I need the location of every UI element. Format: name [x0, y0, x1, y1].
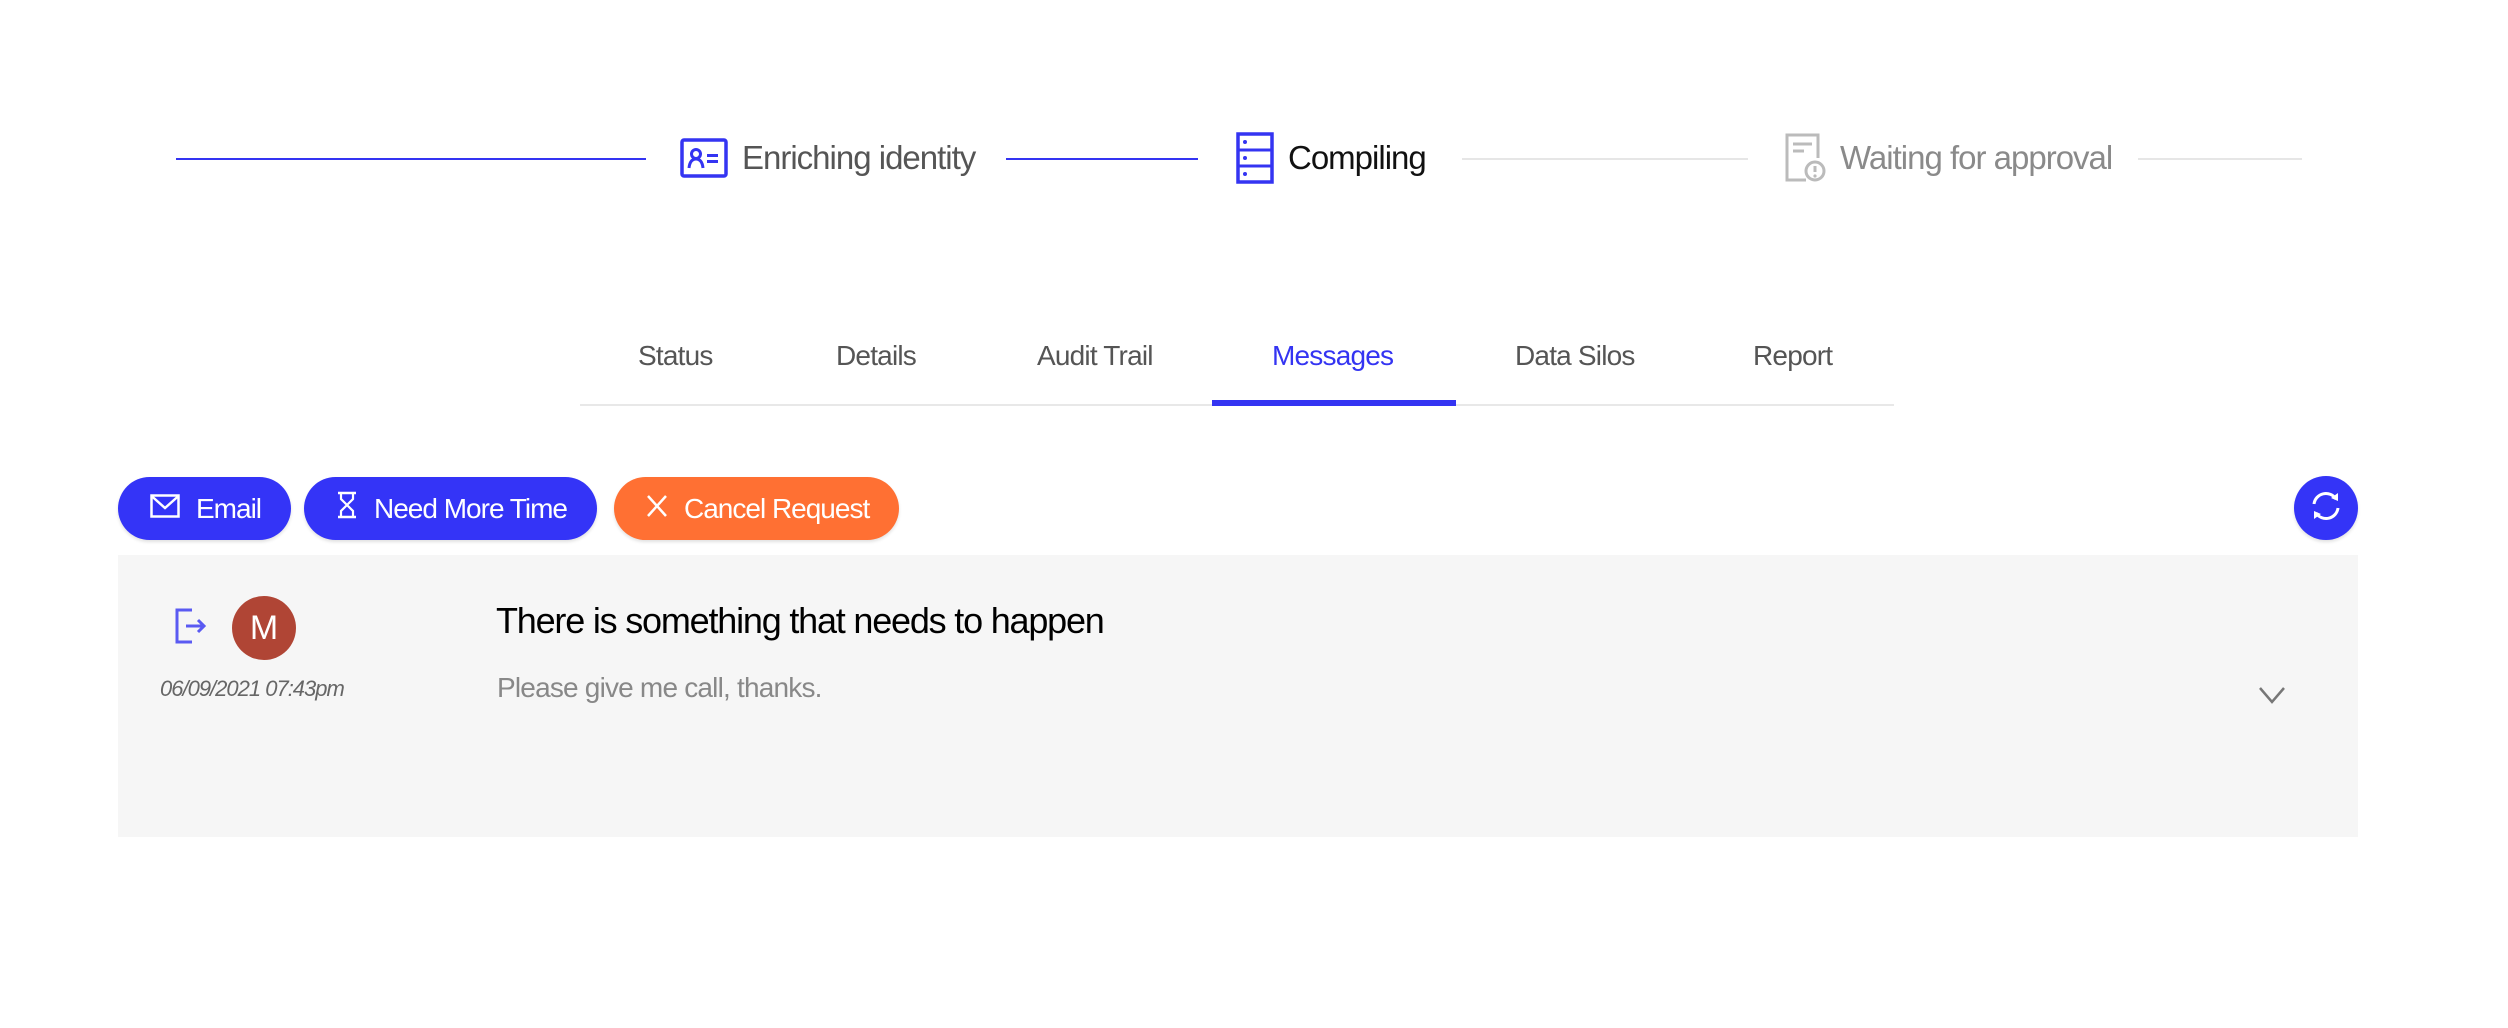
outgoing-icon — [174, 608, 210, 649]
message-item[interactable] — [118, 555, 2358, 837]
tab-audit-trail[interactable]: Audit Trail — [1037, 340, 1154, 372]
tab-bar: Status Details Audit Trail Messages Data… — [580, 330, 1894, 406]
need-more-time-button[interactable]: Need More Time — [304, 477, 597, 540]
cancel-request-button[interactable]: Cancel Request — [614, 477, 900, 540]
hourglass-icon — [336, 491, 358, 526]
step-enriching-identity: Enriching identity — [680, 130, 976, 186]
stepper-line-pending — [2138, 158, 2302, 160]
message-timestamp: 06/09/2021 07:43pm — [160, 676, 345, 701]
document-alert-icon — [1784, 132, 1826, 184]
stepper-line-pending — [1462, 158, 1748, 160]
avatar: M — [232, 596, 296, 660]
cancel-request-label: Cancel Request — [684, 492, 870, 524]
refresh-button[interactable] — [2294, 476, 2358, 540]
tab-status[interactable]: Status — [638, 340, 713, 372]
id-card-icon — [680, 138, 728, 178]
email-button-label: Email — [196, 492, 262, 524]
tab-data-silos[interactable]: Data Silos — [1515, 340, 1635, 372]
step-compiling: Compiling — [1236, 130, 1427, 186]
need-more-time-label: Need More Time — [374, 492, 568, 524]
tab-report[interactable]: Report — [1753, 340, 1833, 372]
chevron-down-icon[interactable] — [2258, 685, 2286, 710]
step-waiting-for-approval: Waiting for approval — [1784, 130, 2113, 186]
message-subject: There is something that needs to happen — [496, 600, 1105, 641]
email-button[interactable]: Email — [118, 477, 292, 540]
active-tab-indicator — [1212, 400, 1456, 406]
stepper-line-completed — [1006, 158, 1198, 160]
refresh-icon — [2309, 489, 2343, 528]
message-preview: Please give me call, thanks. — [497, 672, 822, 703]
tab-details[interactable]: Details — [836, 340, 917, 372]
stepper-line-completed — [176, 158, 646, 160]
step-label: Enriching identity — [742, 139, 976, 176]
step-label: Compiling — [1288, 139, 1427, 176]
tab-messages[interactable]: Messages — [1272, 340, 1394, 372]
step-label: Waiting for approval — [1840, 139, 2113, 176]
close-icon — [646, 493, 668, 525]
server-stack-icon — [1236, 132, 1274, 184]
envelope-icon — [150, 493, 180, 525]
